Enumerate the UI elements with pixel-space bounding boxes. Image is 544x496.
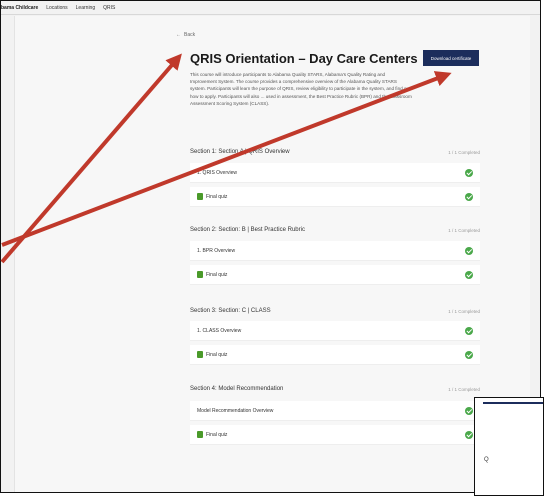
arrow-to-title: [0, 53, 182, 264]
annotation-arrows: [0, 53, 452, 264]
arrow-to-download: [1, 71, 452, 247]
inset-screenshot: Q: [474, 397, 544, 496]
inset-text: Q: [484, 457, 489, 463]
inset-header-bar: [483, 402, 543, 404]
